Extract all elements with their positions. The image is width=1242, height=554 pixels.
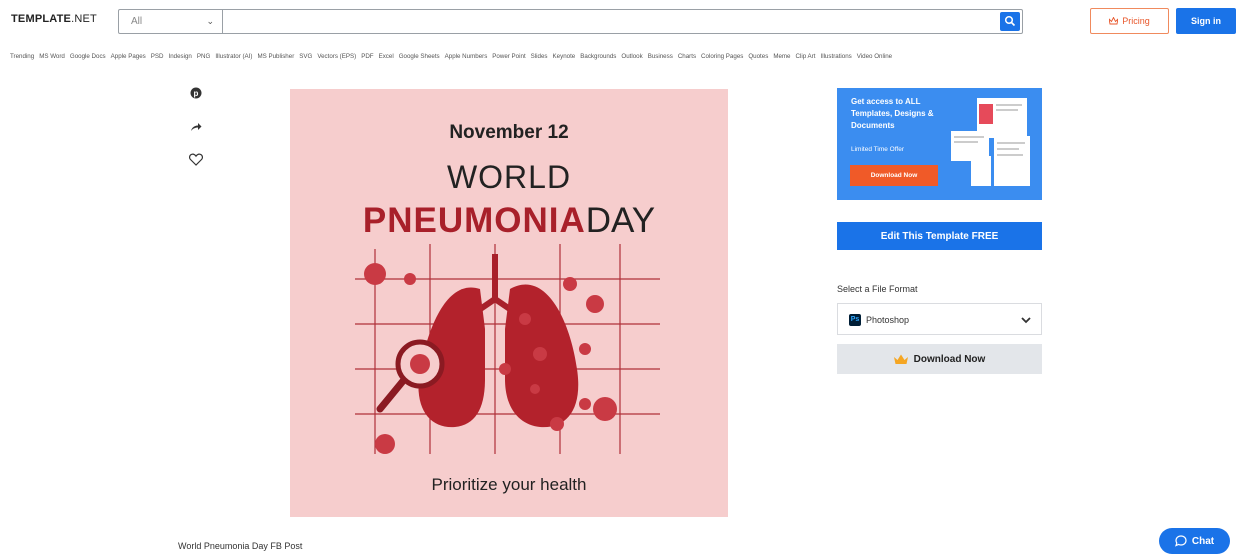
chat-icon <box>1174 535 1187 547</box>
promo-download-label: Download Now <box>870 172 918 179</box>
share-icon <box>191 123 202 131</box>
lungs-illustration <box>355 244 660 454</box>
category-link[interactable]: Backgrounds <box>580 53 616 65</box>
poster-title-line2: PNEUMONIADAY <box>290 201 728 241</box>
search-button[interactable] <box>1000 12 1020 31</box>
poster-title-line1: WORLD <box>446 159 572 195</box>
promo-offer: Limited Time Offer <box>851 146 904 153</box>
category-link[interactable]: Video Online <box>857 53 892 65</box>
category-link[interactable]: Clip Art <box>796 53 816 65</box>
chat-label: Chat <box>1191 535 1215 547</box>
category-link[interactable]: Slides <box>531 53 548 65</box>
search-icon <box>1004 15 1016 27</box>
category-link[interactable]: Illustrations <box>820 53 851 65</box>
category-link[interactable]: Google Docs <box>70 53 106 65</box>
chevron-down-icon <box>1021 317 1031 324</box>
category-link[interactable]: MS Word <box>39 53 65 65</box>
pinterest-icon: p <box>190 87 202 99</box>
promo-download-button[interactable]: Download Now <box>850 165 938 186</box>
download-label: Download Now <box>913 353 986 365</box>
category-link[interactable]: Google Sheets <box>399 53 440 65</box>
edit-template-label: Edit This Template FREE <box>880 230 999 242</box>
category-link[interactable]: Power Point <box>492 53 525 65</box>
category-link[interactable]: Illustrator (AI) <box>215 53 252 65</box>
svg-text:p: p <box>194 89 199 98</box>
category-link[interactable]: Apple Pages <box>111 53 146 65</box>
logo-suffix-text: .NET <box>71 13 97 25</box>
pricing-label: Pricing <box>1122 16 1150 26</box>
chevron-down-icon: ⌄ <box>206 16 214 26</box>
search-bar: All ⌄ <box>118 9 1023 34</box>
category-link[interactable]: Meme <box>773 53 790 65</box>
poster-title-highlight: PNEUMONIA <box>362 201 586 240</box>
template-title: World Pneumonia Day FB Post <box>178 541 303 551</box>
promo-headline: Get access to ALL Templates, Designs & D… <box>851 97 934 130</box>
category-link[interactable]: Charts <box>678 53 696 65</box>
category-link[interactable]: Trending <box>10 53 34 65</box>
category-link[interactable]: Apple Numbers <box>445 53 488 65</box>
crown-icon <box>893 354 908 364</box>
poster-title-rest: DAY <box>585 201 656 240</box>
category-link[interactable]: Vectors (EPS) <box>317 53 356 65</box>
category-link[interactable]: PSD <box>151 53 164 65</box>
logo-main-text: TEMPLATE <box>11 13 72 25</box>
edit-template-button[interactable]: Edit This Template FREE <box>837 222 1042 250</box>
category-link[interactable]: Excel <box>379 53 394 65</box>
heart-icon <box>189 153 203 166</box>
file-format-label: Select a File Format <box>837 284 918 294</box>
category-link[interactable]: PNG <box>197 53 210 65</box>
crown-icon <box>1109 17 1119 25</box>
file-format-select[interactable]: Ps Photoshop <box>837 303 1042 335</box>
category-link[interactable]: Quotes <box>748 53 768 65</box>
category-nav: Trending MS Word Google Docs Apple Pages PSD… <box>10 53 892 65</box>
category-link[interactable]: Coloring Pages <box>701 53 743 65</box>
download-button[interactable]: Download Now <box>837 344 1042 374</box>
pricing-button[interactable]: Pricing <box>1090 8 1169 34</box>
category-link[interactable]: Keynote <box>553 53 576 65</box>
chat-button[interactable]: Chat <box>1159 528 1230 554</box>
poster-tagline: Prioritize your health <box>431 475 587 494</box>
category-link[interactable]: SVG <box>299 53 312 65</box>
search-category-select[interactable]: All ⌄ <box>119 10 223 33</box>
category-link[interactable]: Outlook <box>621 53 642 65</box>
pinterest-button[interactable]: p <box>186 84 206 102</box>
search-category-value: All <box>131 16 143 27</box>
documents-illustration <box>951 98 1030 186</box>
category-link[interactable]: Indesign <box>168 53 191 65</box>
signin-label: Sign in <box>1191 16 1221 26</box>
signin-button[interactable]: Sign in <box>1176 8 1236 34</box>
photoshop-icon: Ps <box>849 314 861 326</box>
category-link[interactable]: PDF <box>361 53 373 65</box>
category-link[interactable]: MS Publisher <box>257 53 294 65</box>
favorite-button[interactable] <box>186 150 206 168</box>
search-input[interactable] <box>223 10 1022 33</box>
poster-date: November 12 <box>449 122 569 143</box>
site-logo[interactable]: TEMPLATE.NET <box>11 13 97 25</box>
template-preview-image[interactable]: November 12 WORLD PNEUMONIADAY Prioritiz… <box>290 89 728 517</box>
promo-banner[interactable]: Get access to ALL Templates, Designs & D… <box>837 88 1042 200</box>
file-format-value: Photoshop <box>866 315 910 325</box>
category-link[interactable]: Business <box>648 53 673 65</box>
share-button[interactable] <box>186 118 206 136</box>
site-header: TEMPLATE.NET All ⌄ Pricing Sign in <box>0 0 1242 44</box>
